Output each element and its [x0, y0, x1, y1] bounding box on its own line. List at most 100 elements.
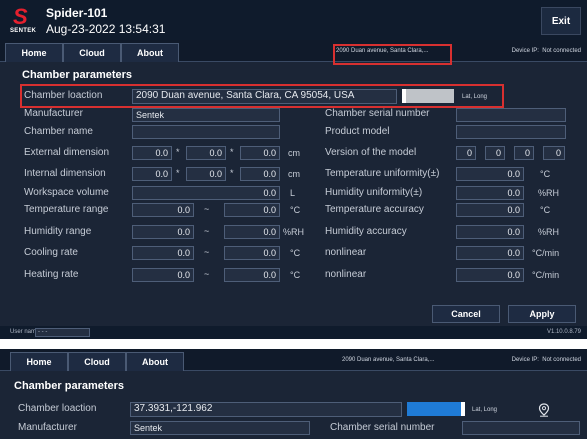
version-text: V1.10.0.8.79	[546, 329, 581, 335]
nonlinear-cooling-input[interactable]: 0.0	[456, 246, 524, 260]
location-pin-icon[interactable]	[538, 403, 550, 417]
chamber-name-input[interactable]	[132, 125, 280, 139]
heating-rate-sep: ~	[204, 269, 210, 279]
external-dim-y[interactable]: 0.0	[186, 146, 226, 160]
cooling-rate-label: Cooling rate	[24, 247, 78, 258]
manufacturer-input-2[interactable]: Sentek	[130, 421, 310, 435]
lat-long-label-2: Lat, Long	[472, 407, 498, 413]
temperature-range-max[interactable]: 0.0	[224, 203, 280, 217]
datetime: Aug-23-2022 13:54:31	[46, 22, 166, 36]
nonlinear-heating-label: nonlinear	[325, 269, 367, 280]
app-title: Spider-101	[46, 6, 108, 20]
cooling-rate-min[interactable]: 0.0	[132, 246, 194, 260]
app-window: S SENTEK Spider-101 Aug-23-2022 13:54:31…	[0, 0, 587, 339]
humidity-range-max[interactable]: 0.0	[224, 225, 280, 239]
nav-address-2: 2090 Duan avenue, Santa Clara,...	[342, 357, 435, 363]
nonlinear-heating-unit: °C/min	[532, 270, 560, 280]
logo-brand: SENTEK	[10, 28, 37, 34]
cancel-button[interactable]: Cancel	[432, 305, 500, 323]
manufacturer-input[interactable]: Sentek	[132, 108, 280, 122]
device-ip-2: Device IP: Not connected	[512, 357, 581, 363]
sentek-logo: S SENTEK	[10, 4, 40, 36]
version-minor[interactable]: 0	[485, 146, 505, 160]
cooling-rate-unit: °C	[290, 248, 301, 258]
chamber-serial-input[interactable]	[456, 108, 566, 122]
humidity-range-min[interactable]: 0.0	[132, 225, 194, 239]
lat-long-toggle[interactable]	[402, 89, 454, 103]
internal-dim-z[interactable]: 0.0	[240, 167, 280, 181]
chamber-location-label-2: Chamber loaction	[18, 403, 97, 414]
version-build[interactable]: 0	[543, 146, 565, 160]
external-dim-x[interactable]: 0.0	[132, 146, 172, 160]
chamber-serial-input-2[interactable]	[462, 421, 580, 435]
external-dim-z[interactable]: 0.0	[240, 146, 280, 160]
workspace-volume-label: Workspace volume	[24, 187, 109, 198]
lat-long-label: Lat, Long	[462, 94, 488, 100]
humidity-accuracy-input[interactable]: 0.0	[456, 225, 524, 239]
section-title-2: Chamber parameters	[14, 380, 125, 392]
device-ip-value-2: Not connected	[542, 357, 581, 363]
tab-about[interactable]: About	[121, 43, 179, 62]
nonlinear-cooling-unit: °C/min	[532, 248, 560, 258]
temperature-accuracy-label: Temperature accuracy	[325, 204, 424, 215]
tab-home-2[interactable]: Home	[10, 352, 68, 371]
nonlinear-heating-input[interactable]: 0.0	[456, 268, 524, 282]
cooling-rate-max[interactable]: 0.0	[224, 246, 280, 260]
temperature-range-sep: ~	[204, 204, 210, 214]
temperature-accuracy-unit: °C	[540, 205, 551, 215]
tab-cloud-2[interactable]: Cloud	[68, 352, 126, 371]
temperature-uniformity-input[interactable]: 0.0	[456, 167, 524, 181]
internal-dim-x[interactable]: 0.0	[132, 167, 172, 181]
external-dim-sep-1: *	[176, 147, 180, 157]
internal-dim-y[interactable]: 0.0	[186, 167, 226, 181]
humidity-range-label: Humidity range	[24, 226, 92, 237]
device-ip: Device IP: Not connected	[512, 48, 581, 54]
humidity-accuracy-label: Humidity accuracy	[325, 226, 407, 237]
tab-about-2[interactable]: About	[126, 352, 184, 371]
version-patch[interactable]: 0	[514, 146, 534, 160]
workspace-volume-unit: L	[290, 188, 296, 198]
version-major[interactable]: 0	[456, 146, 476, 160]
chamber-name-label: Chamber name	[24, 126, 93, 137]
exit-button[interactable]: Exit	[541, 7, 581, 35]
heating-rate-unit: °C	[290, 270, 301, 280]
temperature-range-unit: °C	[290, 205, 301, 215]
version-label: Version of the model	[325, 147, 417, 158]
heating-rate-max[interactable]: 0.0	[224, 268, 280, 282]
product-model-label: Product model	[325, 126, 390, 137]
device-ip-label: Device IP:	[511, 48, 539, 54]
humidity-uniformity-input[interactable]: 0.0	[456, 186, 524, 200]
temperature-range-min[interactable]: 0.0	[132, 203, 194, 217]
workspace-volume-input[interactable]: 0.0	[132, 186, 280, 200]
humidity-range-unit: %RH	[283, 227, 305, 237]
chamber-location-input[interactable]: 2090 Duan avenue, Santa Clara, CA 95054,…	[132, 89, 397, 104]
humidity-range-sep: ~	[204, 226, 210, 236]
temperature-range-label: Temperature range	[24, 204, 109, 215]
status-bar: User name: - - - V1.10.0.8.79	[0, 326, 587, 339]
chamber-serial-label: Chamber serial number	[325, 108, 430, 119]
nonlinear-cooling-label: nonlinear	[325, 247, 367, 258]
internal-dimension-label: Internal dimension	[24, 168, 106, 179]
chamber-location-label: Chamber loaction	[24, 90, 103, 101]
title-bar: S SENTEK Spider-101 Aug-23-2022 13:54:31…	[0, 0, 587, 40]
tab-home[interactable]: Home	[5, 43, 63, 62]
product-model-input[interactable]	[456, 125, 566, 139]
lat-long-toggle-2[interactable]	[407, 402, 465, 416]
device-ip-value: Not connected	[542, 48, 581, 54]
internal-dim-unit: cm	[288, 169, 300, 179]
nav-bar-2: Home Cloud About 2090 Duan avenue, Santa…	[0, 349, 587, 371]
chamber-location-input-2[interactable]: 37.3931,-121.962	[130, 402, 402, 417]
apply-button[interactable]: Apply	[508, 305, 576, 323]
manufacturer-label-2: Manufacturer	[18, 422, 77, 433]
tab-cloud[interactable]: Cloud	[63, 43, 121, 62]
external-dim-sep-2: *	[230, 147, 234, 157]
external-dimension-label: External dimension	[24, 147, 110, 158]
external-dim-unit: cm	[288, 148, 300, 158]
temperature-accuracy-input[interactable]: 0.0	[456, 203, 524, 217]
device-ip-label-2: Device IP:	[511, 357, 539, 363]
heating-rate-min[interactable]: 0.0	[132, 268, 194, 282]
humidity-uniformity-unit: %RH	[538, 188, 560, 198]
temperature-uniformity-label: Temperature uniformity(±)	[325, 168, 440, 179]
logo-letter: S	[13, 4, 28, 29]
user-name-value: - - -	[35, 328, 90, 337]
